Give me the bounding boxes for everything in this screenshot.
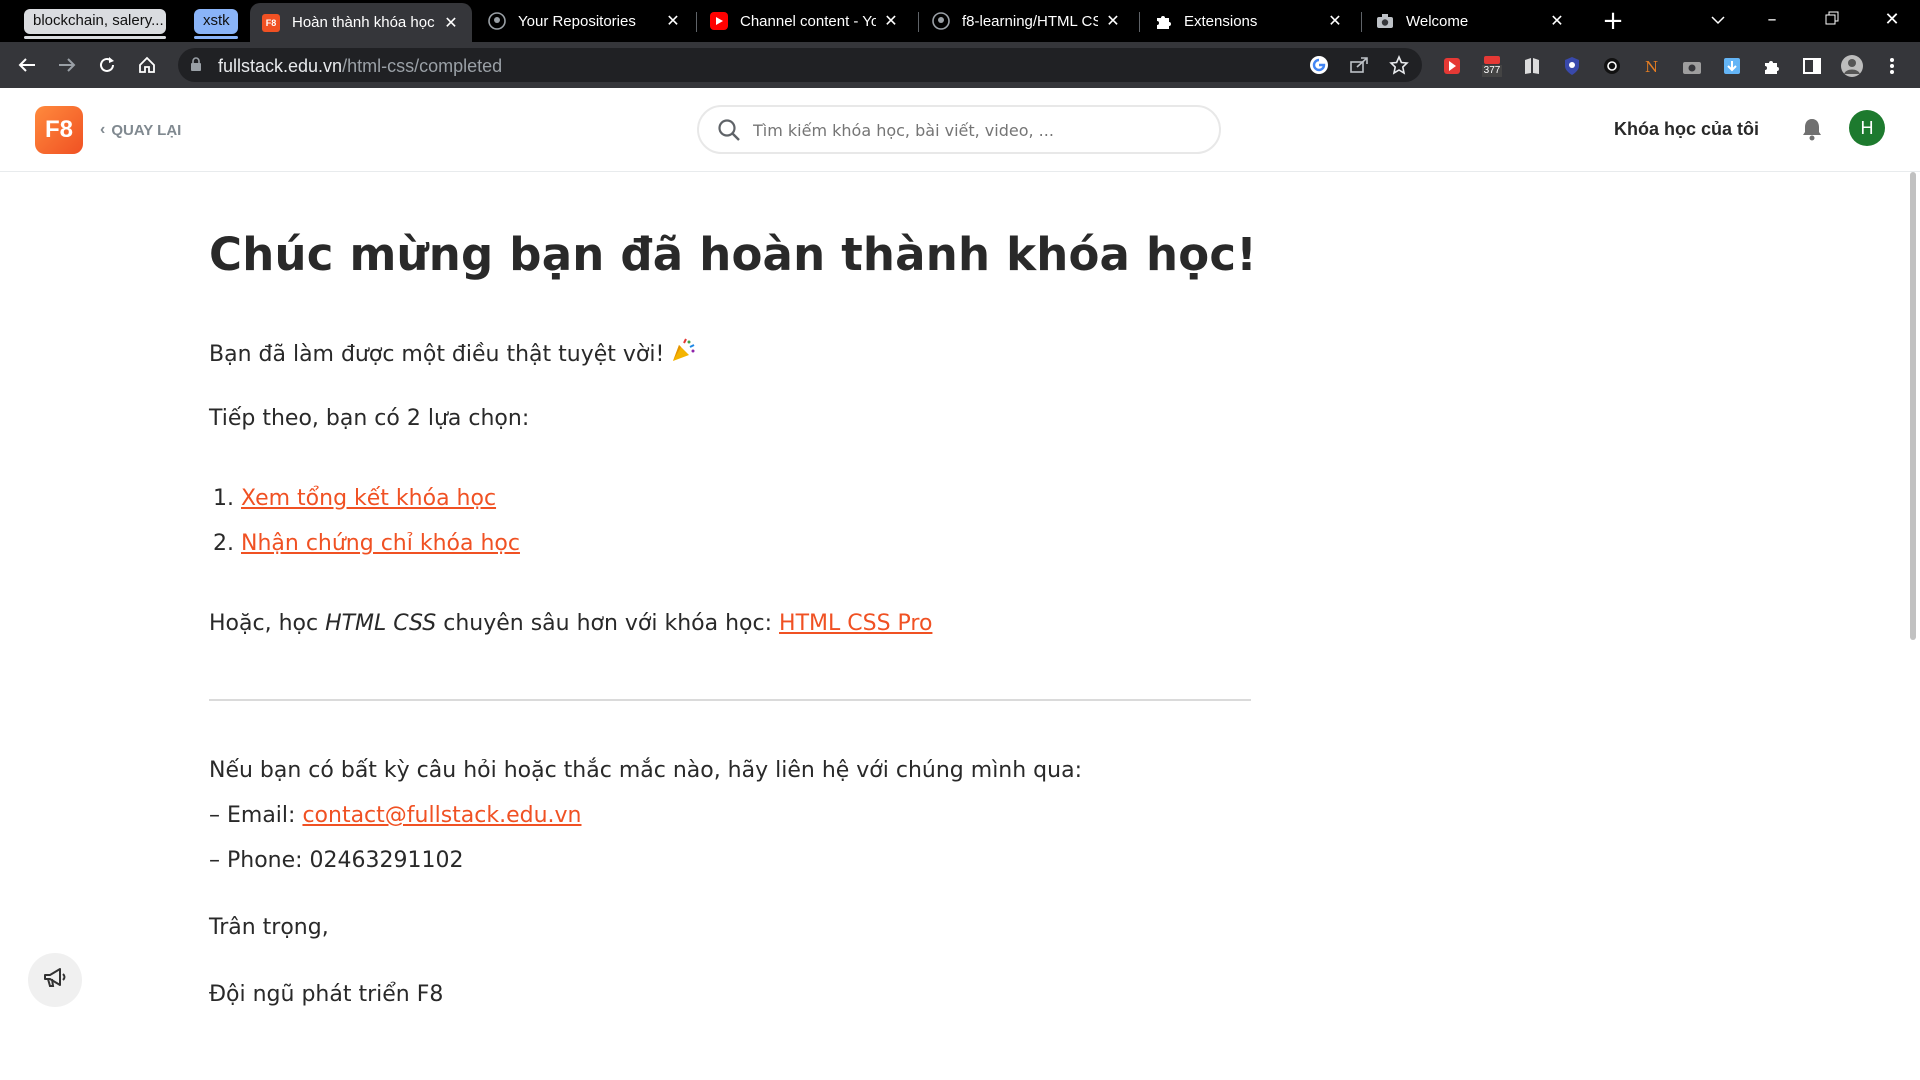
- certificate-link[interactable]: Nhận chứng chỉ khóa học: [241, 531, 520, 556]
- back-arrow-icon[interactable]: [13, 51, 41, 79]
- camera-icon: [1376, 12, 1394, 30]
- side-panel-icon[interactable]: [1800, 54, 1824, 78]
- google-icon[interactable]: [1308, 54, 1330, 76]
- url-text: fullstack.edu.vn/html-css/completed: [218, 56, 503, 76]
- back-label: QUAY LẠI: [111, 121, 182, 139]
- tab-title: Hoàn thành khóa học: [292, 14, 435, 31]
- tab-group-underline: [194, 36, 238, 39]
- tab-welcome[interactable]: Welcome ✕: [1364, 0, 1578, 42]
- page-title: Chúc mừng bạn đã hoàn thành khóa học!: [209, 228, 1257, 281]
- html-css-pro-link[interactable]: HTML CSS Pro: [779, 611, 932, 636]
- tab-title: Your Repositories: [518, 12, 636, 30]
- close-icon[interactable]: ✕: [1326, 11, 1344, 31]
- browser-tab-strip: blockchain, salery... xstk F8 Hoàn thành…: [0, 0, 1920, 42]
- my-courses-link[interactable]: Khóa học của tôi: [1614, 119, 1759, 140]
- page-scrollbar[interactable]: [1906, 172, 1920, 1080]
- site-header: F8 ‹ QUAY LẠI Khóa học của tôi H: [0, 88, 1920, 172]
- close-icon[interactable]: ✕: [442, 13, 460, 33]
- extension-book-icon[interactable]: [1520, 54, 1544, 78]
- github-icon: [932, 12, 950, 30]
- intro-paragraph: Bạn đã làm được một điều thật tuyệt vời!: [209, 338, 696, 373]
- share-icon[interactable]: [1348, 54, 1370, 76]
- extension-badge-icon[interactable]: 377: [1480, 54, 1504, 78]
- tab-title: Channel content - YouTube Studio: [740, 12, 876, 30]
- extension-red-icon[interactable]: [1440, 54, 1464, 78]
- close-icon[interactable]: ✕: [882, 11, 900, 31]
- github-icon: [488, 12, 506, 30]
- restore-button[interactable]: [1812, 4, 1852, 36]
- tab-separator: [696, 12, 697, 32]
- tab-title: Welcome: [1406, 12, 1469, 30]
- extensions-puzzle-icon[interactable]: [1760, 54, 1784, 78]
- close-icon[interactable]: ✕: [1104, 11, 1122, 31]
- email-line: – Email: contact@fullstack.edu.vn: [209, 803, 582, 828]
- bookmark-star-icon[interactable]: [1388, 54, 1410, 76]
- tab-title: Extensions: [1184, 12, 1258, 30]
- tab-your-repositories[interactable]: Your Repositories ✕: [476, 0, 694, 42]
- tab-title: f8-learning/HTML CSS: [962, 12, 1098, 30]
- tab-search-chevron-icon[interactable]: [1698, 4, 1738, 36]
- search-icon: [717, 118, 741, 146]
- svg-text:N: N: [1645, 58, 1658, 76]
- search-input[interactable]: [753, 116, 1193, 144]
- minimize-button[interactable]: –: [1752, 4, 1792, 36]
- course-summary-link[interactable]: Xem tổng kết khóa học: [241, 486, 496, 511]
- user-avatar[interactable]: H: [1849, 110, 1885, 146]
- tab-group-chip-blockchain[interactable]: blockchain, salery...: [24, 9, 166, 34]
- extension-shield-icon[interactable]: [1560, 54, 1584, 78]
- phone-line: – Phone: 02463291102: [209, 848, 464, 873]
- megaphone-icon: [42, 966, 68, 994]
- lock-icon[interactable]: [190, 56, 202, 76]
- back-link[interactable]: ‹ QUAY LẠI: [100, 121, 181, 139]
- divider: [209, 699, 1251, 701]
- signature-text: Đội ngũ phát triển F8: [209, 982, 444, 1007]
- tab-separator: [918, 12, 919, 32]
- tab-separator: [1361, 12, 1362, 32]
- scrollbar-thumb[interactable]: [1910, 172, 1916, 640]
- tab-channel-content[interactable]: Channel content - YouTube Studio ✕: [698, 0, 912, 42]
- address-bar[interactable]: fullstack.edu.vn/html-css/completed: [178, 48, 1422, 82]
- new-tab-button[interactable]: +: [1598, 6, 1628, 36]
- tab-group-underline: [24, 36, 166, 39]
- f8-favicon-icon: F8: [262, 13, 280, 32]
- close-icon[interactable]: ✕: [664, 11, 682, 31]
- extension-camera-icon[interactable]: [1680, 54, 1704, 78]
- puzzle-icon: [1154, 12, 1172, 30]
- contact-intro: Nếu bạn có bất kỳ câu hỏi hoặc thắc mắc …: [209, 758, 1082, 783]
- feedback-button[interactable]: [28, 953, 82, 1007]
- tab-hoan-thanh[interactable]: F8 Hoàn thành khóa học ✕: [250, 3, 472, 42]
- next-options-intro: Tiếp theo, bạn có 2 lựa chọn:: [209, 406, 530, 431]
- extension-dark-circle-icon[interactable]: [1600, 54, 1624, 78]
- f8-logo[interactable]: F8: [35, 106, 83, 154]
- close-window-button[interactable]: ✕: [1872, 4, 1912, 36]
- email-link[interactable]: contact@fullstack.edu.vn: [302, 803, 581, 828]
- tab-separator: [1139, 12, 1140, 32]
- home-icon[interactable]: [133, 51, 161, 79]
- extension-text-icon[interactable]: N: [1640, 54, 1664, 78]
- close-icon[interactable]: ✕: [1548, 11, 1566, 31]
- party-popper-icon: [670, 338, 696, 373]
- list-item: 1. Xem tổng kết khóa học: [213, 486, 497, 511]
- tab-extensions[interactable]: Extensions ✕: [1142, 0, 1356, 42]
- extension-download-icon[interactable]: [1720, 54, 1744, 78]
- list-item: 2. Nhận chứng chỉ khóa học: [213, 531, 520, 556]
- bell-icon[interactable]: [1801, 117, 1823, 145]
- tab-group-chip-xstk[interactable]: xstk: [194, 9, 238, 34]
- browser-toolbar: fullstack.edu.vn/html-css/completed 377 …: [0, 42, 1920, 88]
- tab-f8-learning[interactable]: f8-learning/HTML CSS ✕: [920, 0, 1134, 42]
- chevron-left-icon: ‹: [100, 121, 106, 138]
- regards-text: Trân trọng,: [209, 915, 329, 940]
- search-box[interactable]: [697, 105, 1221, 154]
- profile-avatar-icon[interactable]: [1840, 54, 1864, 78]
- reload-icon[interactable]: [93, 51, 121, 79]
- advanced-course-paragraph: Hoặc, học HTML CSS chuyên sâu hơn với kh…: [209, 611, 933, 636]
- youtube-icon: [710, 12, 728, 30]
- forward-arrow-icon[interactable]: [53, 51, 81, 79]
- chrome-menu-icon[interactable]: [1880, 54, 1904, 78]
